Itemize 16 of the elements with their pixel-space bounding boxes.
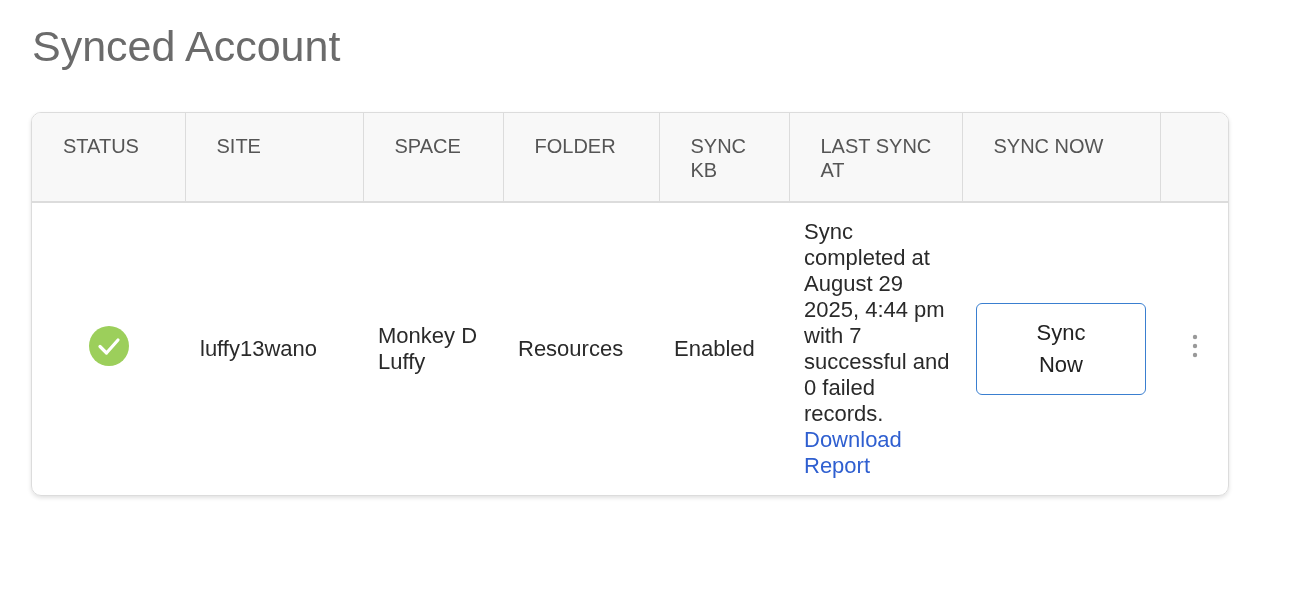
column-header: SPACE <box>363 113 503 202</box>
table-cell: Resources <box>518 336 624 361</box>
table-cell: Enabled <box>674 336 755 361</box>
page-title: Synced Account <box>32 21 342 72</box>
download-report-link[interactable]: Download Report <box>804 427 954 479</box>
column-header: LAST SYNC AT <box>789 113 962 202</box>
table-cell: Monkey D Luffy <box>378 323 478 374</box>
sync-status-text: Sync completed at August 29 2025, 4:44 pm with 7 successful and 0 failed records. <box>804 219 951 427</box>
column-header: FOLDER <box>503 113 659 202</box>
table-cell: luffy13wano <box>200 336 317 361</box>
column-header: STATUS <box>32 113 185 202</box>
column-header: SITE <box>185 113 363 202</box>
column-header: SYNC KB <box>659 113 789 202</box>
column-header: SYNC NOW <box>962 113 1160 202</box>
more-options-icon[interactable] <box>1192 334 1198 358</box>
sync-now-button[interactable]: Sync Now <box>976 303 1146 395</box>
